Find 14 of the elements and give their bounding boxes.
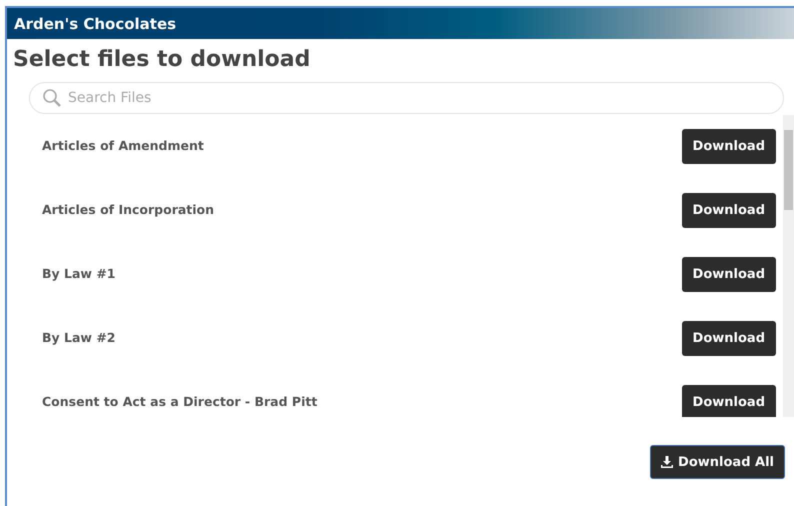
download-button[interactable]: Download <box>682 257 776 292</box>
download-button[interactable]: Download <box>682 321 776 356</box>
dialog-heading: Select files to download <box>13 47 312 72</box>
download-all-button[interactable]: Download All <box>650 445 785 479</box>
search-field[interactable]: Search Files <box>29 82 784 114</box>
download-button[interactable]: Download <box>682 193 776 228</box>
file-name: Articles of Incorporation <box>42 202 214 217</box>
file-name: By Law #2 <box>42 330 116 345</box>
file-name: By Law #1 <box>42 266 116 281</box>
file-name: Articles of Amendment <box>42 138 204 153</box>
file-name: Consent to Act as a Director - Brad Pitt <box>42 394 318 409</box>
download-button[interactable]: Download <box>682 385 776 417</box>
download-button[interactable]: Download <box>682 129 776 164</box>
window-title: Arden's Chocolates <box>14 14 176 32</box>
